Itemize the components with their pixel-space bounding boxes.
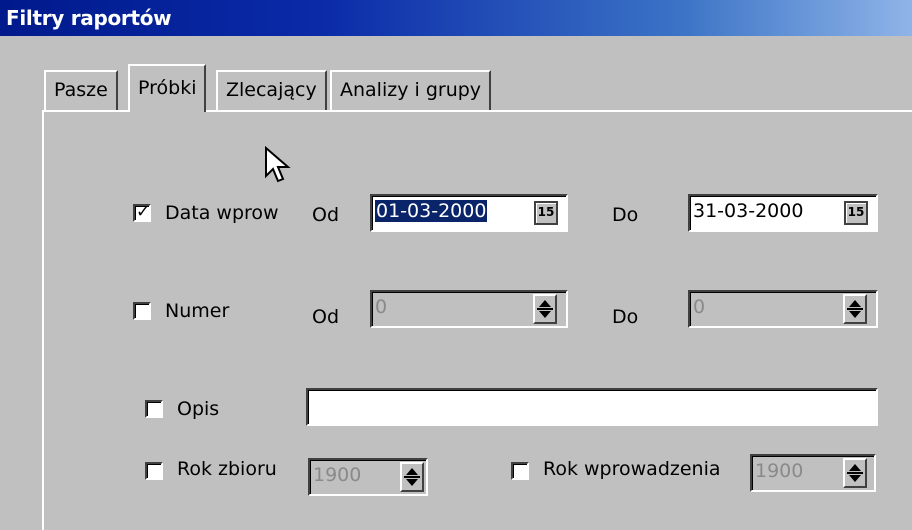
spin-divider <box>847 308 863 310</box>
spin-down-icon <box>849 475 861 482</box>
data-wprow-do-value: 31-03-2000 <box>693 200 804 222</box>
tab-analizy-label: Analizy i grupy <box>340 79 482 101</box>
rok-wprowadzenia-spinner[interactable] <box>843 458 867 488</box>
window-title-bar: Filtry raportów <box>0 0 912 36</box>
numer-label: Numer <box>165 300 230 322</box>
tab-probki[interactable]: Próbki <box>128 64 207 112</box>
arrow-cursor-icon <box>265 146 291 183</box>
rok-zbioru-checkbox[interactable] <box>145 462 163 480</box>
spin-down-icon <box>406 479 418 486</box>
spin-divider <box>847 472 863 474</box>
rok-zbioru-spinner[interactable] <box>400 462 424 492</box>
spin-up-icon <box>849 300 861 307</box>
tab-zlecajacy[interactable]: Zlecający <box>216 70 327 110</box>
numer-od-spinner[interactable] <box>533 294 557 324</box>
data-wprow-od-label: Od <box>312 204 340 226</box>
spin-divider <box>404 476 420 478</box>
tab-analizy-i-grupy[interactable]: Analizy i grupy <box>330 70 492 110</box>
opis-label: Opis <box>177 398 220 420</box>
tab-pasze-label: Pasze <box>54 79 108 101</box>
data-wprow-label: Data wprow <box>165 202 279 224</box>
rok-wprowadzenia-value: 1900 <box>755 460 804 482</box>
rok-wprowadzenia-checkbox[interactable] <box>511 462 529 480</box>
data-wprow-do-label: Do <box>612 204 639 226</box>
rok-wprowadzenia-label: Rok wprowadzenia <box>543 458 721 480</box>
numer-od-label: Od <box>312 306 340 328</box>
window-title: Filtry raportów <box>6 6 172 30</box>
numer-do-label: Do <box>612 306 639 328</box>
opis-field[interactable] <box>306 388 878 426</box>
numer-do-value: 0 <box>693 296 706 318</box>
tab-zlecajacy-label: Zlecający <box>226 79 317 101</box>
data-wprow-checkbox[interactable]: ✓ <box>133 202 151 222</box>
calendar-icon[interactable]: 15 <box>534 201 558 225</box>
numer-do-spinner[interactable] <box>843 294 867 324</box>
spin-down-icon <box>849 311 861 318</box>
spin-down-icon <box>539 311 551 318</box>
opis-checkbox[interactable] <box>145 400 163 418</box>
numer-od-value: 0 <box>375 296 388 318</box>
numer-checkbox[interactable] <box>133 302 151 320</box>
spin-up-icon <box>849 464 861 471</box>
checkmark-icon: ✓ <box>136 202 151 222</box>
tab-pasze[interactable]: Pasze <box>44 70 118 110</box>
rok-zbioru-label: Rok zbioru <box>177 458 277 480</box>
calendar-icon[interactable]: 15 <box>844 201 868 225</box>
spin-divider <box>537 308 553 310</box>
spin-up-icon <box>406 468 418 475</box>
data-wprow-od-value: 01-03-2000 <box>375 200 488 222</box>
rok-zbioru-value: 1900 <box>313 464 362 486</box>
tab-probki-label: Próbki <box>138 77 197 99</box>
spin-up-icon <box>539 300 551 307</box>
